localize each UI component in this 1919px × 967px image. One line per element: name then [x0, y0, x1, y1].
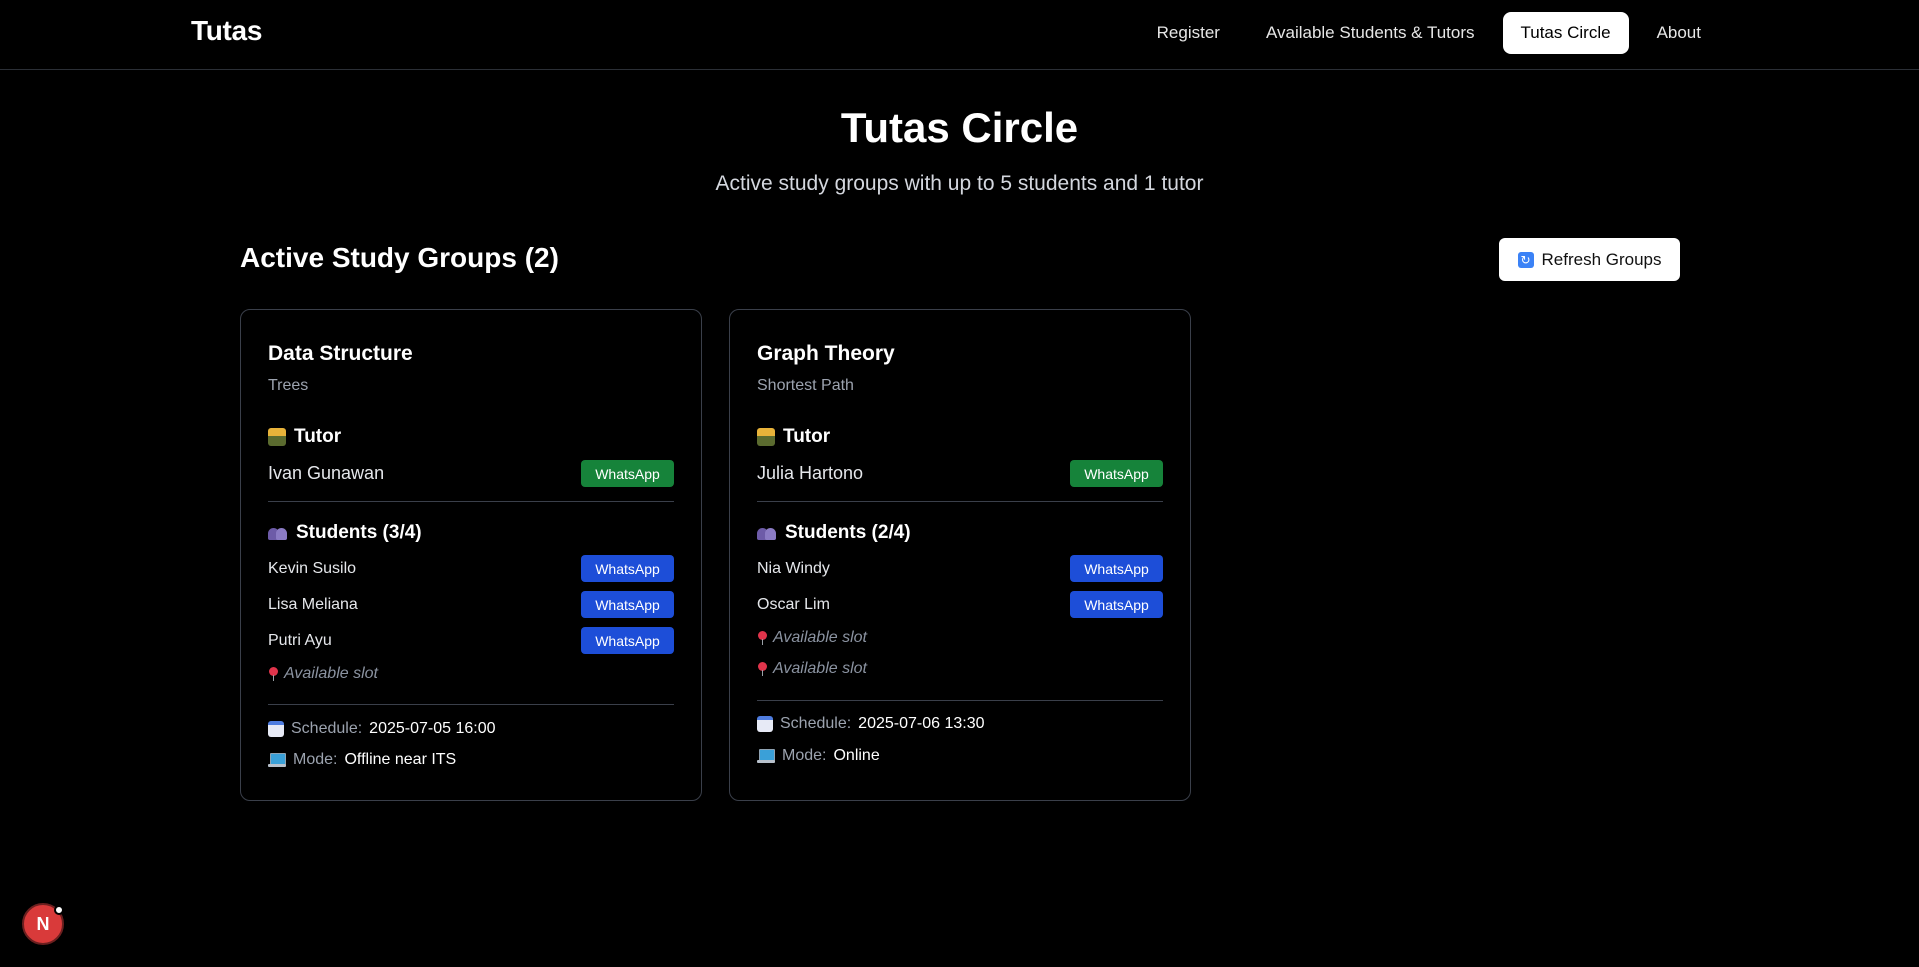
tutor-row: Ivan Gunawan WhatsApp [268, 460, 674, 487]
refresh-groups-label: Refresh Groups [1541, 249, 1662, 269]
available-slot: Available slot [268, 665, 378, 683]
tutor-heading: Tutor [757, 426, 830, 448]
group-card: Graph Theory Shortest Path Tutor Julia H… [729, 309, 1191, 801]
nav-tutas-circle[interactable]: Tutas Circle [1502, 12, 1629, 54]
group-topic: Trees [268, 377, 309, 394]
tutor-row: Julia Hartono WhatsApp [757, 460, 1163, 487]
pin-icon [757, 631, 767, 645]
teacher-icon [757, 428, 775, 446]
student-whatsapp-button[interactable]: WhatsApp [1070, 555, 1163, 582]
brand-logo[interactable]: Tutas [191, 15, 262, 47]
students-heading-label: Students (2/4) [785, 522, 911, 543]
people-icon [757, 526, 777, 540]
schedule-value: 2025-07-06 13:30 [858, 715, 985, 732]
laptop-icon [268, 753, 286, 767]
pin-icon [757, 662, 767, 676]
schedule-label: Schedule: [291, 720, 363, 737]
page-subtitle: Active study groups with up to 5 student… [715, 172, 1204, 195]
student-name: Nia Windy [757, 559, 830, 577]
schedule-label: Schedule: [780, 715, 852, 732]
pin-icon [268, 667, 278, 681]
student-row: Lisa Meliana WhatsApp [268, 591, 674, 618]
tutor-name: Julia Hartono [757, 463, 864, 483]
divider [268, 704, 674, 705]
student-whatsapp-button[interactable]: WhatsApp [581, 555, 674, 582]
tutor-name: Ivan Gunawan [268, 463, 385, 483]
student-whatsapp-button[interactable]: WhatsApp [1070, 591, 1163, 618]
student-row: Oscar Lim WhatsApp [757, 591, 1163, 618]
nav-about[interactable]: About [1639, 12, 1719, 54]
student-whatsapp-button[interactable]: WhatsApp [581, 591, 674, 618]
mode-value: Online [833, 747, 880, 764]
teacher-icon [268, 428, 286, 446]
available-slot-label: Available slot [773, 629, 867, 646]
nav-available-students-tutors[interactable]: Available Students & Tutors [1248, 12, 1493, 54]
student-row: Kevin Susilo WhatsApp [268, 555, 674, 582]
available-slot-label: Available slot [773, 660, 867, 677]
mode-label: Mode: [293, 751, 338, 768]
available-slot: Available slot [757, 629, 867, 647]
section-title: Active Study Groups (2) [240, 242, 559, 273]
mode-label: Mode: [782, 747, 827, 764]
mode-info: Mode: Online [757, 747, 880, 765]
people-icon [268, 526, 288, 540]
calendar-icon [757, 716, 773, 732]
tutor-heading-label: Tutor [783, 426, 831, 447]
divider [757, 501, 1163, 502]
divider [757, 700, 1163, 701]
student-name: Putri Ayu [268, 631, 332, 649]
students-heading: Students (3/4) [268, 522, 422, 544]
student-name: Kevin Susilo [268, 559, 357, 577]
group-subject: Data Structure [268, 342, 413, 365]
available-slot: Available slot [757, 660, 867, 678]
nav-links: Register Available Students & Tutors Tut… [1139, 12, 1719, 54]
group-card: Data Structure Trees Tutor Ivan Gunawan … [240, 309, 702, 801]
mode-info: Mode: Offline near ITS [268, 751, 456, 769]
student-name: Oscar Lim [757, 595, 830, 613]
top-navbar: Tutas Register Available Students & Tuto… [0, 0, 1919, 70]
student-whatsapp-button[interactable]: WhatsApp [581, 627, 674, 654]
schedule-value: 2025-07-05 16:00 [369, 720, 496, 737]
group-subject: Graph Theory [757, 342, 895, 365]
mode-value: Offline near ITS [344, 751, 457, 768]
group-topic: Shortest Path [757, 377, 854, 394]
student-row: Putri Ayu WhatsApp [268, 627, 674, 654]
students-heading: Students (2/4) [757, 522, 911, 544]
refresh-groups-button[interactable]: ↻ Refresh Groups [1499, 238, 1680, 281]
nav-register[interactable]: Register [1139, 12, 1238, 54]
calendar-icon [268, 721, 284, 737]
available-slot-label: Available slot [284, 665, 378, 682]
tutor-heading: Tutor [268, 426, 341, 448]
student-row: Nia Windy WhatsApp [757, 555, 1163, 582]
tutor-whatsapp-button[interactable]: WhatsApp [1070, 460, 1163, 487]
notification-dot [54, 905, 64, 915]
refresh-icon: ↻ [1517, 251, 1534, 268]
students-heading-label: Students (3/4) [296, 522, 422, 543]
student-name: Lisa Meliana [268, 595, 358, 613]
page-title: Tutas Circle [840, 104, 1079, 151]
schedule-info: Schedule: 2025-07-05 16:00 [268, 720, 496, 738]
tutor-whatsapp-button[interactable]: WhatsApp [581, 460, 674, 487]
laptop-icon [757, 749, 775, 763]
schedule-info: Schedule: 2025-07-06 13:30 [757, 715, 985, 733]
divider [268, 501, 674, 502]
tutor-heading-label: Tutor [294, 426, 342, 447]
